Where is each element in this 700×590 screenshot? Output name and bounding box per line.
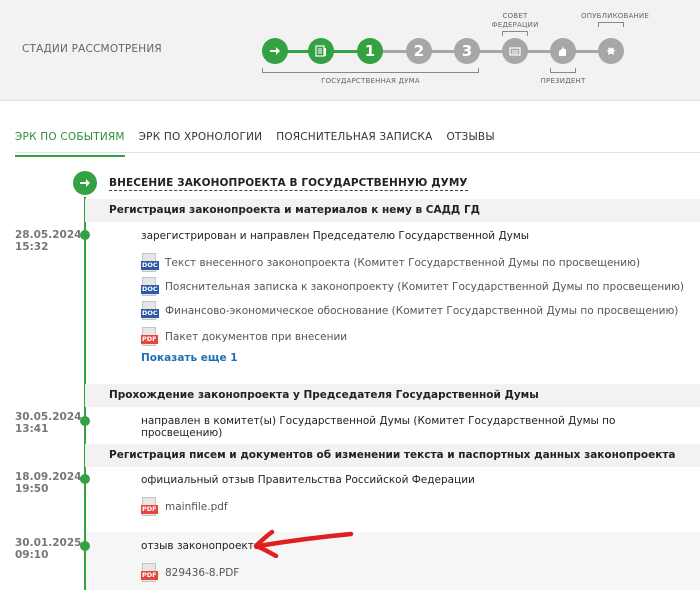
document-list-icon <box>315 45 326 57</box>
doc-file-icon: DOC <box>141 301 159 320</box>
event-datetime: 30.05.2024 13:41 <box>15 411 81 435</box>
sovet-caption-1: СОВЕТ <box>502 12 528 20</box>
sovet-caption-2: ФЕДЕРАЦИИ <box>491 21 539 29</box>
stage-step-reading-3[interactable]: 3 <box>454 38 480 64</box>
timeline-dot <box>80 541 90 551</box>
timeline-dot <box>80 416 90 426</box>
document-link[interactable]: PDF mainfile.pdf <box>141 497 228 516</box>
doc-file-icon: DOC <box>141 253 159 272</box>
stage-step-president[interactable] <box>550 38 576 64</box>
stage-step-introduction[interactable] <box>262 38 288 64</box>
event-text: зарегистрирован и направлен Председателю… <box>141 230 530 242</box>
stages-panel: СТАДИИ РАССМОТРЕНИЯ 1 2 3 ГОСУДАРСТВЕННА… <box>0 0 700 101</box>
stage-step-number: 1 <box>364 42 376 60</box>
document-name: Пакет документов при внесении <box>165 330 348 343</box>
timeline-stage-title[interactable]: ВНЕСЕНИЕ ЗАКОНОПРОЕКТА В ГОСУДАРСТВЕННУЮ… <box>109 177 468 191</box>
tabs-bar: ЭРК ПО СОБЫТИЯМ ЭРК ПО ХРОНОЛОГИИ ПОЯСНИ… <box>15 131 509 157</box>
arrow-right-icon <box>270 47 280 55</box>
event-datetime: 18.09.2024 19:50 <box>15 471 81 495</box>
show-more-link[interactable]: Показать еще 1 <box>141 352 238 364</box>
publication-bracket <box>598 22 624 27</box>
gosduma-caption: ГОСУДАРСТВЕННАЯ ДУМА <box>321 77 420 85</box>
event-time: 19:50 <box>15 483 49 495</box>
section-header: Регистрация законопроекта и материалов к… <box>85 199 700 222</box>
event-text: официальный отзыв Правительства Российск… <box>141 474 475 486</box>
arrow-right-icon <box>80 179 90 187</box>
document-name: Финансово-экономическое обоснование (Ком… <box>165 304 679 317</box>
section-header: Прохождение законопроекта у Председателя… <box>85 384 700 407</box>
document-link[interactable]: DOC Пояснительная записка к законопроект… <box>141 277 684 296</box>
tab-chronology[interactable]: ЭРК ПО ХРОНОЛОГИИ <box>139 131 263 157</box>
document-name: Пояснительная записка к законопроекту (К… <box>165 280 685 293</box>
eagle-emblem-icon <box>606 47 616 55</box>
federation-council-icon <box>509 47 521 56</box>
publication-caption: ОПУБЛИКОВАНИЕ <box>581 12 649 20</box>
document-link[interactable]: DOC Финансово-экономическое обоснование … <box>141 301 678 320</box>
pdf-file-icon: PDF <box>141 327 158 346</box>
document-link[interactable]: PDF Пакет документов при внесении <box>141 327 347 346</box>
stage-step-number: 2 <box>413 42 425 60</box>
event-date: 30.05.2024 <box>15 411 82 423</box>
document-name: mainfile.pdf <box>165 500 228 513</box>
stage-step-number: 3 <box>461 42 473 60</box>
document-name: Текст внесенного законопроекта (Комитет … <box>165 256 641 269</box>
president-bracket <box>550 68 576 73</box>
event-text: отзыв законопроекта <box>141 540 261 552</box>
stage-step-preliminary[interactable] <box>308 38 334 64</box>
president-caption: ПРЕЗИДЕНТ <box>540 77 586 85</box>
tab-explanatory-note[interactable]: ПОЯСНИТЕЛЬНАЯ ЗАПИСКА <box>276 131 432 157</box>
tab-events[interactable]: ЭРК ПО СОБЫТИЯМ <box>15 131 125 157</box>
event-date: 30.01.2025 <box>15 537 82 549</box>
pdf-file-icon: PDF <box>141 497 158 516</box>
section-header: Регистрация писем и документов об измене… <box>85 444 700 467</box>
president-icon <box>559 46 566 56</box>
document-name: 829436-8.PDF <box>165 566 240 579</box>
doc-file-icon: DOC <box>141 277 159 296</box>
event-text: направлен в комитет(ы) Государственной Д… <box>141 415 616 439</box>
pdf-file-icon: PDF <box>141 563 158 582</box>
event-time: 09:10 <box>15 549 49 561</box>
timeline-dot <box>80 230 90 240</box>
stages-title: СТАДИИ РАССМОТРЕНИЯ <box>22 43 162 55</box>
stage-step-reading-1[interactable]: 1 <box>357 38 383 64</box>
event-date: 18.09.2024 <box>15 471 82 483</box>
event-date: 28.05.2024 <box>15 229 82 241</box>
red-arrow-annotation <box>253 529 354 558</box>
timeline-stage-marker[interactable] <box>73 171 97 195</box>
stage-step-reading-2[interactable]: 2 <box>406 38 432 64</box>
event-datetime: 28.05.2024 15:32 <box>15 229 81 253</box>
tab-reviews[interactable]: ОТЗЫВЫ <box>446 131 494 157</box>
gosduma-bracket <box>262 68 479 73</box>
document-link[interactable]: PDF 829436-8.PDF <box>141 563 239 582</box>
stage-step-federation-council[interactable] <box>502 38 528 64</box>
timeline-dot <box>80 474 90 484</box>
event-datetime: 30.01.2025 09:10 <box>15 537 81 561</box>
event-time: 15:32 <box>15 241 49 253</box>
sovet-bracket <box>502 31 528 36</box>
stage-step-publication[interactable] <box>598 38 624 64</box>
document-link[interactable]: DOC Текст внесенного законопроекта (Коми… <box>141 253 640 272</box>
event-time: 13:41 <box>15 423 49 435</box>
